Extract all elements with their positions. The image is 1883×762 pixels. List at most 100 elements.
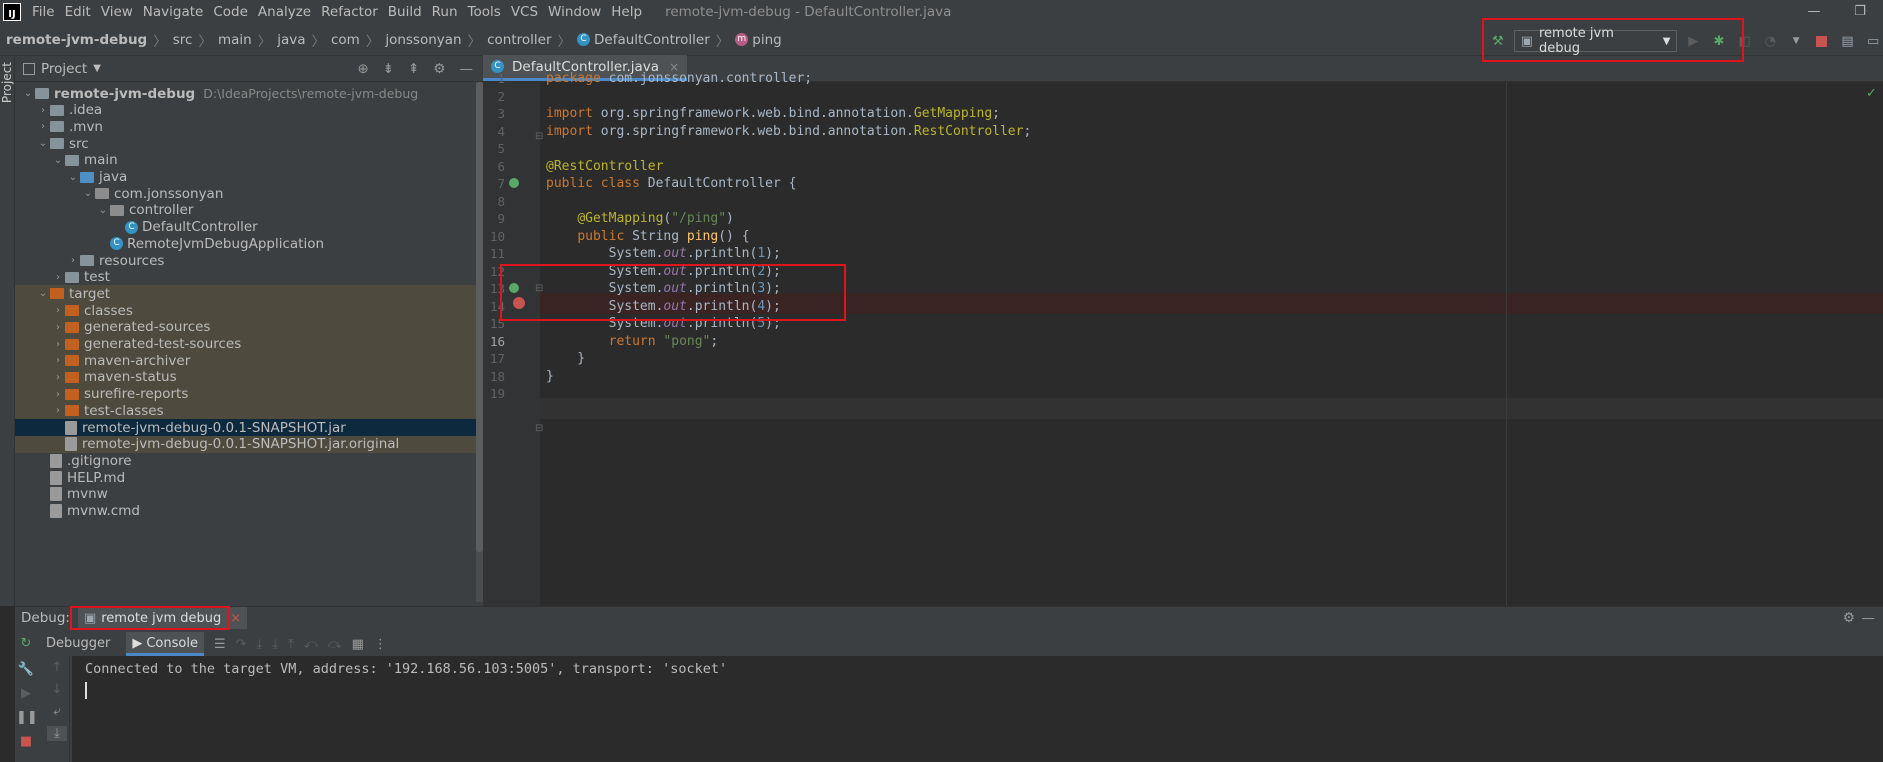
fold-icon[interactable]: ⊟ [535,423,543,434]
breadcrumb-item[interactable]: com [331,32,360,48]
tree-item[interactable]: ⌄ remote-jvm-debug D:\IdeaProjects\remote-… [15,85,483,102]
chevron-right-icon[interactable]: › [51,372,65,383]
chevron-right-icon[interactable]: › [51,305,65,316]
chevron-right-icon[interactable]: › [51,389,65,400]
breadcrumb-item[interactable]: jonssonyan [385,32,461,48]
chevron-down-icon[interactable]: ⌄ [96,205,110,216]
tree-item[interactable]: › surefire-reports [15,385,483,403]
force-step-into-icon[interactable]: ⤓ [272,637,278,652]
breadcrumb-item[interactable]: C DefaultController [577,32,710,48]
code-line[interactable]: import org.springframework.web.bind.anno… [546,121,1031,142]
menu-item-edit[interactable]: Edit [60,4,96,20]
menu-item-run[interactable]: Run [427,4,463,20]
view-dropdown-icon[interactable]: ▼ [93,63,101,74]
menu-item-file[interactable]: File [27,4,60,20]
tree-item[interactable]: › generated-sources [15,318,483,336]
menu-item-vcs[interactable]: VCS [506,4,543,20]
collapse-all-icon[interactable]: ⇞ [408,61,419,77]
tree-item[interactable]: remote-jvm-debug-0.0.1-SNAPSHOT.jar [15,419,483,436]
stop-icon[interactable]: ■ [16,734,36,749]
menu-item-window[interactable]: Window [543,4,606,20]
tree-item[interactable]: ⌄ controller [15,202,483,219]
chevron-right-icon[interactable]: › [36,121,50,132]
tree-item[interactable]: › .idea [15,102,483,119]
tree-item[interactable]: › maven-archiver [15,352,483,370]
tree-item[interactable]: HELP.md [15,469,483,486]
inspection-ok-icon[interactable]: ✓ [1866,86,1877,101]
tree-item[interactable]: › test-classes [15,402,483,420]
tree-item[interactable]: › test [15,269,483,286]
minimize-button[interactable]: — [1791,0,1837,24]
tab-debugger[interactable]: Debugger [40,632,116,656]
run-to-cursor-icon[interactable]: ⤼ [328,637,342,652]
step-into-icon[interactable]: ⤓ [257,637,263,652]
close-session-icon[interactable]: × [230,611,241,626]
breadcrumb-item[interactable]: m ping [735,32,782,48]
code-line[interactable]: package com.jonssonyan.controller; [546,68,812,89]
spring-bean-gutter-icon[interactable] [509,178,519,188]
expand-all-icon[interactable]: ⇟ [383,61,394,77]
chevron-right-icon[interactable]: › [51,405,65,416]
layout-icon[interactable]: ☰ [214,637,226,652]
menu-item-code[interactable]: Code [208,4,253,20]
chevron-right-icon[interactable]: › [51,339,65,350]
gear-icon[interactable]: ⚙ [1843,610,1855,626]
soft-wrap-icon[interactable]: ⤶ [47,704,67,719]
hide-panel-icon[interactable]: — [460,61,474,77]
gear-icon[interactable]: ⚙ [433,61,445,77]
tree-item[interactable]: › classes [15,302,483,320]
step-out-icon[interactable]: ⤒ [288,637,294,652]
chevron-right-icon[interactable]: › [36,105,50,116]
tree-item[interactable]: › resources [15,252,483,269]
tree-item[interactable]: C DefaultController [15,219,483,236]
settings-wrench-icon[interactable]: 🔧 [16,662,36,677]
tree-item[interactable]: ⌄ target [15,285,483,303]
menu-item-build[interactable]: Build [383,4,427,20]
menu-item-navigate[interactable]: Navigate [138,4,209,20]
chevron-down-icon[interactable]: ⌄ [51,155,65,166]
tree-item[interactable]: mvnw [15,486,483,503]
tree-item[interactable]: .gitignore [15,452,483,469]
step-over-icon[interactable]: ↷ [236,637,247,652]
project-tool-window-button[interactable]: Project [0,62,14,103]
chevron-right-icon[interactable]: › [51,272,65,283]
tree-item[interactable]: › .mvn [15,118,483,135]
menu-item-view[interactable]: View [96,4,138,20]
chevron-down-icon[interactable]: ⌄ [21,88,35,99]
stop-icon[interactable] [1812,31,1832,51]
resume-icon[interactable]: ▶ [16,686,36,701]
profile-icon[interactable]: ◔ [1761,31,1781,51]
more-run-options-icon[interactable]: ▼ [1786,31,1806,51]
breadcrumb-item[interactable]: main [218,32,252,48]
locate-file-icon[interactable]: ⊕ [357,61,368,77]
tab-console[interactable]: ▶ Console [126,632,204,656]
more-icon[interactable]: ⋮ [374,637,387,652]
pause-icon[interactable]: ❚❚ [16,710,38,725]
menu-item-analyze[interactable]: Analyze [253,4,316,20]
tree-item[interactable]: › generated-test-sources [15,335,483,353]
project-panel-title[interactable]: Project [41,61,87,77]
menu-item-tools[interactable]: Tools [463,4,506,20]
breadcrumb-item[interactable]: src [173,32,193,48]
tree-item[interactable]: mvnw.cmd [15,503,483,520]
tree-item[interactable]: ⌄ java [15,169,483,186]
tree-item[interactable]: ⌄ main [15,152,483,169]
tree-item[interactable]: remote-jvm-debug-0.0.1-SNAPSHOT.jar.orig… [15,435,483,453]
restore-button[interactable]: ❐ [1837,0,1883,24]
tree-item[interactable]: › maven-status [15,368,483,386]
search-everywhere-icon[interactable]: ▭ [1863,31,1883,51]
evaluate-icon[interactable]: ▦ [352,637,364,652]
up-arrow-icon[interactable]: ↑ [47,660,67,675]
chevron-down-icon[interactable]: ⌄ [36,288,50,299]
menu-item-refactor[interactable]: Refactor [316,4,383,20]
project-structure-icon[interactable]: ▤ [1838,31,1858,51]
down-arrow-icon[interactable]: ↓ [47,682,67,697]
code-line[interactable]: } [546,366,554,387]
rerun-icon[interactable]: ↻ [16,636,36,651]
chevron-right-icon[interactable]: › [66,255,80,266]
scroll-to-end-icon[interactable]: ⤓ [47,726,67,741]
chevron-right-icon[interactable]: › [51,355,65,366]
breadcrumb-item[interactable]: remote-jvm-debug [6,32,147,48]
tree-item[interactable]: ⌄ src [15,135,483,152]
code-line[interactable]: public class DefaultController { [546,173,796,194]
